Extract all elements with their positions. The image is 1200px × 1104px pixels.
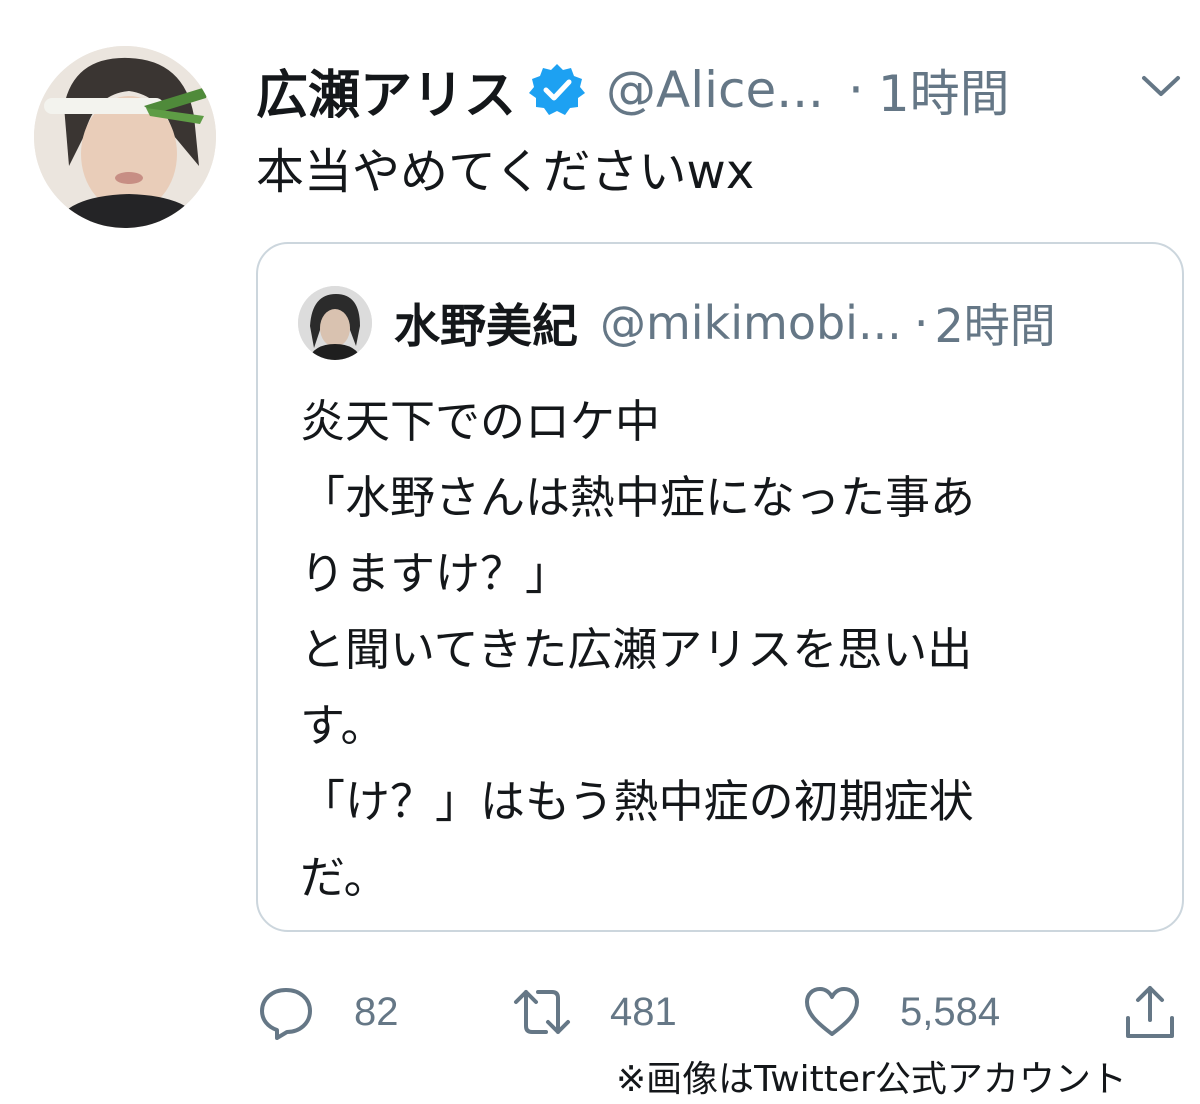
retweet-count: 481 [610, 989, 677, 1034]
quoted-tweet-text: 炎天下でのロケ中 「水野さんは熱中症になった事あ りますけ？」 と聞いてきた広瀬… [300, 384, 1160, 916]
tweet-header: 広瀬アリス @Alice... · 1時間 [256, 52, 1010, 128]
reply-button[interactable]: 82 [256, 976, 399, 1048]
quoted-author-display-name[interactable]: 水野美紀 [394, 290, 578, 356]
author-display-name[interactable]: 広瀬アリス [256, 53, 516, 128]
separator-dot: · [913, 296, 929, 350]
chevron-down-icon[interactable] [1136, 66, 1186, 106]
like-button[interactable]: 5,584 [802, 976, 1000, 1048]
tweet-action-bar: 82 481 5,584 [256, 976, 1200, 1048]
reply-count: 82 [354, 989, 399, 1034]
quoted-tweet-timestamp[interactable]: 2時間 [934, 290, 1055, 356]
separator-dot: · [847, 61, 864, 119]
quoted-tweet[interactable]: 水野美紀 @mikimobi... · 2時間 炎天下でのロケ中 「水野さんは熱… [256, 242, 1184, 932]
quoted-author-avatar[interactable] [298, 286, 372, 360]
quoted-avatar-photo [298, 286, 372, 360]
quoted-text-line: す。 [300, 699, 386, 752]
author-avatar[interactable] [34, 46, 216, 228]
share-button[interactable] [1120, 976, 1180, 1048]
quoted-author-handle[interactable]: @mikimobi... [600, 296, 902, 350]
like-count: 5,584 [900, 989, 1001, 1034]
tweet-text: 本当やめてくださいwx [256, 144, 755, 200]
share-icon [1126, 986, 1174, 1038]
user-avatar-photo [34, 46, 216, 228]
quoted-text-line: りますけ？」 [300, 547, 571, 600]
image-credit-caption: ※画像はTwitter公式アカウント [616, 1059, 1127, 1100]
author-handle[interactable]: @Alice... [606, 61, 824, 119]
quoted-text-line: と聞いてきた広瀬アリスを思い出 [300, 623, 973, 676]
quoted-text-line: 「水野さんは熱中症になった事あ [300, 471, 976, 524]
quoted-text-line: だ。 [300, 851, 389, 904]
tweet-timestamp[interactable]: 1時間 [878, 54, 1010, 126]
verified-badge-icon [528, 61, 586, 119]
quoted-tweet-header: 水野美紀 @mikimobi... · 2時間 [394, 290, 1056, 356]
retweet-icon [514, 990, 570, 1034]
quoted-text-line: 「け？」はもう熱中症の初期症状 [300, 775, 974, 828]
reply-icon [260, 988, 312, 1040]
quoted-text-line: 炎天下でのロケ中 [300, 395, 661, 448]
retweet-button[interactable]: 481 [512, 976, 677, 1048]
heart-icon [805, 987, 859, 1036]
